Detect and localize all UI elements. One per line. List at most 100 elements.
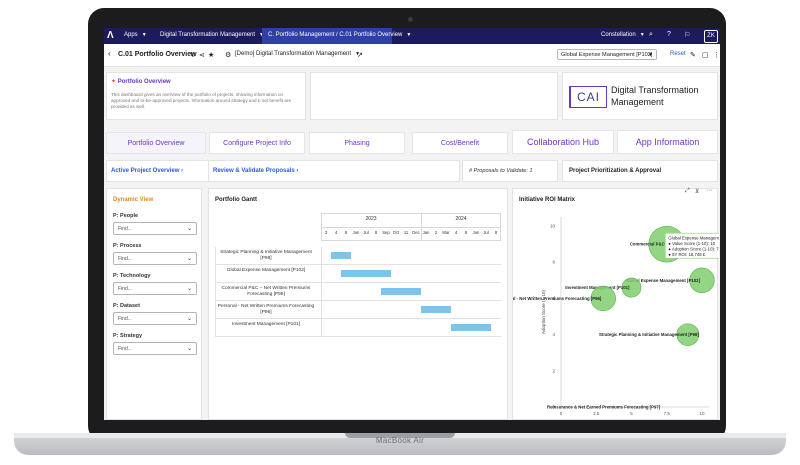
workspace-selector[interactable]: [Demo] Digital Transformation Management… [235,51,360,57]
x-tick-label: 5 [630,411,633,416]
gantt-chart: 2023 2024 3 4 5 Jun Jul 8 Sep Oct 11 Dec Jan 2 Mar 4 5 Ju… [209,189,509,420]
refresh-icon[interactable]: ↻ [190,51,196,59]
roi-tooltip-line: ● Adoption Score (1-10): 7 [668,246,719,251]
dynamic-view-title: Dynamic View [113,197,154,203]
roi-point-label: Personal - Net Written Premiums Forecast… [513,296,602,301]
star-icon[interactable]: ★ [208,51,214,59]
gantt-month-label: 4 [454,230,458,235]
gantt-month-label: 8 [494,230,498,235]
page-title: C.01 Portfolio Overview [118,51,197,58]
roi-tooltip-title: Global Expense Management [P102] [668,235,719,240]
review-link[interactable]: Review & Validate Proposals › [213,168,298,174]
x-tick-label: 7.5 [664,411,671,416]
gantt-month-label: 5 [464,230,468,235]
notifications-icon[interactable]: ⚐ [684,31,690,39]
workspace-icon: ⚙ [225,52,232,59]
help-icon[interactable]: ? [667,31,671,38]
filter-process-placeholder: Find... [118,256,132,262]
apps-label: Apps [124,32,138,38]
gantt-month-label: 3 [324,230,328,235]
filter-dataset-placeholder: Find... [118,316,132,322]
proposals-card: # Proposals to Validate: 1 [462,160,558,182]
empty-card [310,72,558,120]
dynamic-view-panel: Dynamic View P: People Find... ⌄ P: Proce… [106,188,202,420]
x-tick-label: 0 [560,411,563,416]
filter-dataset-input[interactable]: Find... ⌄ [113,312,197,325]
overview-title: Portfolio Overview [117,79,171,85]
more-icon[interactable]: ⋮ [713,51,720,59]
tab-portfolio-overview[interactable]: Portfolio Overview [106,132,206,154]
tab-phasing[interactable]: Phasing [309,132,405,154]
chevron-down-icon: ▼ [406,32,412,38]
gantt-month-label: Jul [363,230,369,235]
chevron-down-icon: ⌄ [186,346,192,352]
gantt-year-label: 2024 [455,216,467,222]
chevron-down-icon: ▼ [639,32,645,38]
apps-menu[interactable]: Apps ▼ [124,32,147,38]
gantt-bar[interactable] [421,306,451,313]
workspace-label: [Demo] Digital Transformation Management [235,51,352,57]
module-menu[interactable]: Digital Transformation Management▼ [160,32,264,38]
chevron-down-icon: ⌄ [186,286,192,292]
y-tick-label: 2 [552,368,555,373]
filter-technology-input[interactable]: Find... ⌄ [113,282,197,295]
filter-dataset-label: P: Dataset [113,303,140,309]
tab-app-information[interactable]: App Information [617,130,718,154]
gantt-month-label: 2 [434,230,438,235]
chevron-down-icon: ⌄ [186,256,192,262]
project-selector[interactable]: Global Expense Management [P102] ▼ [557,49,657,60]
roi-tooltip-line: ● 5Y ROI: 18,748 £ [668,252,706,257]
gantt-year-label: 2023 [365,216,377,222]
app-logo[interactable]: Λ [107,30,114,42]
chevron-down-icon: ⌄ [186,316,192,322]
gantt-bar[interactable] [341,270,391,277]
y-tick-label: 10 [550,224,556,229]
gantt-row-label: Commercial P&C – Net Written Premiums Fo… [221,286,311,297]
gantt-month-label: Jan [422,230,430,235]
tab-collaboration-hub[interactable]: Collaboration Hub [512,130,614,154]
back-icon[interactable]: ‹ [108,49,111,58]
share-icon[interactable]: ⋖ [199,51,205,59]
gantt-month-label: 8 [374,230,378,235]
tab-configure-project-info[interactable]: Configure Project Info [209,132,305,154]
page-toolbar: ‹ C.01 Portfolio Overview ↻ ⋖ ★ ⚙ [Demo]… [104,44,720,67]
project-selector-label: Global Expense Management [P102] [561,52,653,58]
search-icon[interactable]: ⌕ [649,31,653,39]
user-menu[interactable]: Constellation ▼ [601,32,645,38]
gantt-bar[interactable] [451,324,491,331]
app-screen: Λ Apps ▼ Digital Transformation Managemen… [104,28,720,420]
open-external-icon[interactable]: ↗ [357,51,363,59]
chevron-down-icon: ⌄ [186,226,192,232]
y-tick-label: 8 [552,260,555,265]
sparkle-icon: ✦ [111,79,117,85]
chevron-down-icon: ▼ [648,52,653,58]
gantt-bar[interactable] [331,252,351,259]
gantt-row-label: Personal - Net Written Premiums Forecast… [217,304,315,315]
gantt-month-label: Dec [412,230,420,235]
filter-people-input[interactable]: Find... ⌄ [113,222,197,235]
gantt-month-label: Sep [382,230,390,235]
roi-point-label: Commercial P&C [630,242,665,247]
reset-button[interactable]: Reset [670,51,686,57]
chevron-down-icon: ▼ [141,32,147,38]
brand-card: CAI Digital Transformation Management [562,72,718,120]
gantt-month-label: 11 [403,230,409,235]
tab-cost-benefit[interactable]: Cost/Benefit [412,132,508,154]
gantt-bar[interactable] [381,288,421,295]
filter-technology-label: P: Technology [113,273,151,279]
cai-logo: CAI [569,86,607,108]
filter-strategy-input[interactable]: Find... ⌄ [113,342,197,355]
filter-technology-placeholder: Find... [118,286,132,292]
gantt-month-label: Jun [352,230,360,235]
active-project-link[interactable]: Active Project Overview › [111,168,183,174]
avatar[interactable]: ZK [704,30,718,43]
edit-icon[interactable]: ✎ [690,51,696,59]
comment-icon[interactable]: ▢ [702,51,709,59]
filter-process-input[interactable]: Find... ⌄ [113,252,197,265]
filter-people-label: P: People [113,213,139,219]
brand-line-2: Management [611,97,664,107]
proposals-count: # Proposals to Validate: 1 [469,168,533,174]
filter-strategy-placeholder: Find... [118,346,132,352]
filter-people-placeholder: Find... [118,226,132,232]
overview-description: This dashboard gives an overview of the … [111,92,292,109]
